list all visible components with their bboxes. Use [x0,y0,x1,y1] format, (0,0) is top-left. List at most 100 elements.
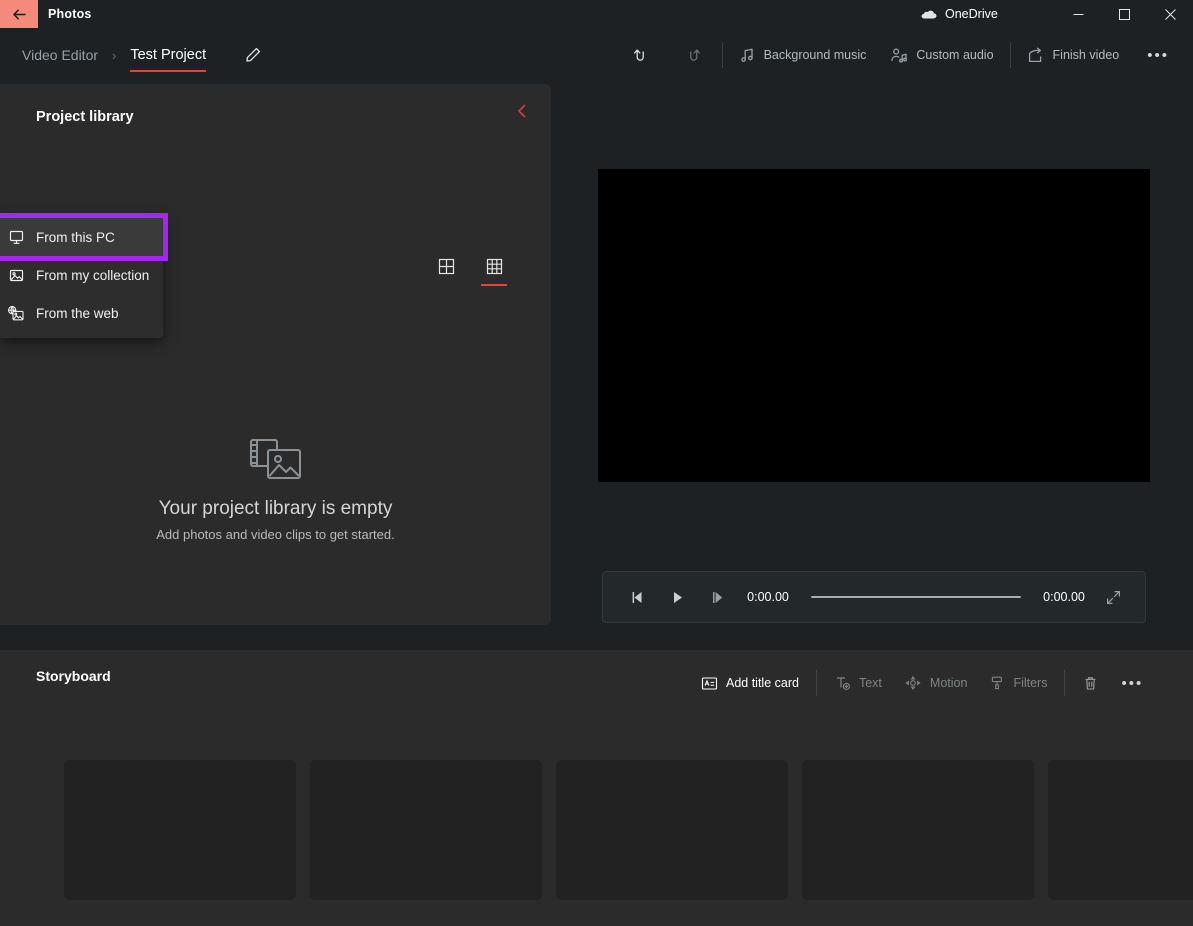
trash-icon [1082,675,1099,692]
finish-video-label: Finish video [1052,48,1120,62]
cloud-icon [920,8,937,20]
command-bar-actions: Background music Custom audio Finish vid… [616,28,1185,82]
fullscreen-button[interactable] [1095,579,1131,615]
grid-3x3-icon [485,257,504,276]
pencil-icon [244,46,262,64]
storyboard-card[interactable] [802,760,1034,900]
rename-project-button[interactable] [238,40,268,70]
menu-item-label: From my collection [36,267,150,283]
breadcrumb-current-project[interactable]: Test Project [122,28,214,82]
redo-button[interactable] [667,38,718,72]
onedrive-status[interactable]: OneDrive [920,0,998,28]
menu-item-label: From the web [36,305,119,321]
title-bar: Photos OneDrive [0,0,1193,28]
expand-icon [1105,589,1122,606]
text-label: Text [858,676,882,690]
text-button[interactable]: Text [823,666,893,700]
storyboard-divider [815,670,817,696]
next-frame-button[interactable] [697,579,737,615]
breadcrumb-video-editor[interactable]: Video Editor [14,28,106,82]
empty-state-title: Your project library is empty [158,498,393,519]
menu-item-from-my-collection[interactable]: From my collection [0,256,163,294]
window-controls [1055,0,1193,28]
app-title: Photos [48,7,92,21]
delete-button[interactable] [1071,666,1110,700]
share-export-icon [1027,47,1045,64]
overflow-dots-icon: ••• [1147,46,1169,64]
breadcrumb-separator-icon: › [112,47,117,63]
storyboard-card[interactable] [1048,760,1193,900]
undo-icon [632,46,651,65]
playback-scrubber[interactable] [811,590,1021,604]
motion-icon [904,675,922,691]
filters-label: Filters [1013,676,1048,690]
storyboard-divider [1064,670,1066,696]
empty-state-subtitle: Add photos and video clips to get starte… [156,527,395,542]
background-music-label: Background music [763,48,867,62]
play-button[interactable] [657,579,697,615]
image-icon [6,265,26,285]
project-library-title: Project library [36,109,134,125]
storyboard-panel: Storyboard Add title card Text Motion Fi… [0,650,1193,926]
motion-label: Motion [929,676,968,690]
background-music-button[interactable]: Background music [727,38,879,72]
storyboard-card[interactable] [310,760,542,900]
play-icon [669,590,686,605]
filters-brush-icon [989,675,1005,691]
maximize-button[interactable] [1101,0,1147,28]
storyboard-card[interactable] [64,760,296,900]
menu-item-from-this-pc[interactable]: From this PC [0,213,168,261]
scrubber-rail [811,595,1021,599]
project-library-panel: Project library + Add [0,84,551,625]
add-title-card-button[interactable]: Add title card [690,666,810,700]
previous-frame-button[interactable] [617,579,657,615]
minimize-button[interactable] [1055,0,1101,28]
storyboard-track [0,760,1193,900]
active-tab-underline [130,69,207,72]
library-empty-state: Your project library is empty Add photos… [0,436,551,542]
chevron-left-icon [515,103,529,119]
photos-video-editor-window: Photos OneDrive Video Editor › Test Proj… [0,0,1193,926]
add-title-card-label: Add title card [726,676,799,690]
onedrive-label: OneDrive [945,7,998,21]
video-preview-panel: 0:00.00 0:00.00 [551,84,1193,625]
view-toggle-underline [481,283,507,286]
person-audio-icon [890,47,908,64]
finish-video-button[interactable]: Finish video [1015,38,1132,72]
grid-2x2-icon [437,257,456,276]
project-name-label: Test Project [130,47,207,63]
command-bar: Video Editor › Test Project Background m… [0,28,1193,82]
toolbar-divider [1009,42,1011,68]
menu-item-from-the-web[interactable]: From the web [0,294,163,332]
web-image-icon [6,303,26,323]
grid-large-view-button[interactable] [429,250,463,282]
collapse-library-button[interactable] [505,96,539,126]
library-view-toggles [429,250,511,286]
next-frame-icon [709,590,726,605]
photo-video-stack-icon [248,436,304,482]
motion-button[interactable]: Motion [893,666,979,700]
total-time-label: 0:00.00 [1043,590,1085,604]
storyboard-more-options-button[interactable]: ••• [1110,666,1154,700]
menu-item-label: From this PC [36,229,115,245]
filters-button[interactable]: Filters [978,666,1058,700]
previous-frame-icon [629,590,646,605]
custom-audio-button[interactable]: Custom audio [878,38,1005,72]
close-button[interactable] [1147,0,1193,28]
storyboard-card[interactable] [556,760,788,900]
back-button[interactable] [0,0,38,28]
custom-audio-label: Custom audio [916,48,994,62]
overflow-dots-icon: ••• [1121,674,1144,692]
redo-icon [683,46,702,65]
storyboard-title: Storyboard [36,668,111,684]
grid-small-view-button[interactable] [477,250,511,286]
more-options-button[interactable]: ••• [1131,38,1185,72]
video-preview-surface[interactable] [598,169,1150,482]
title-card-icon [701,676,718,691]
monitor-icon [6,227,26,247]
text-add-icon [834,675,851,691]
current-time-label: 0:00.00 [747,590,789,604]
undo-button[interactable] [616,38,667,72]
music-note-icon [739,47,756,64]
back-arrow-icon [11,6,28,23]
